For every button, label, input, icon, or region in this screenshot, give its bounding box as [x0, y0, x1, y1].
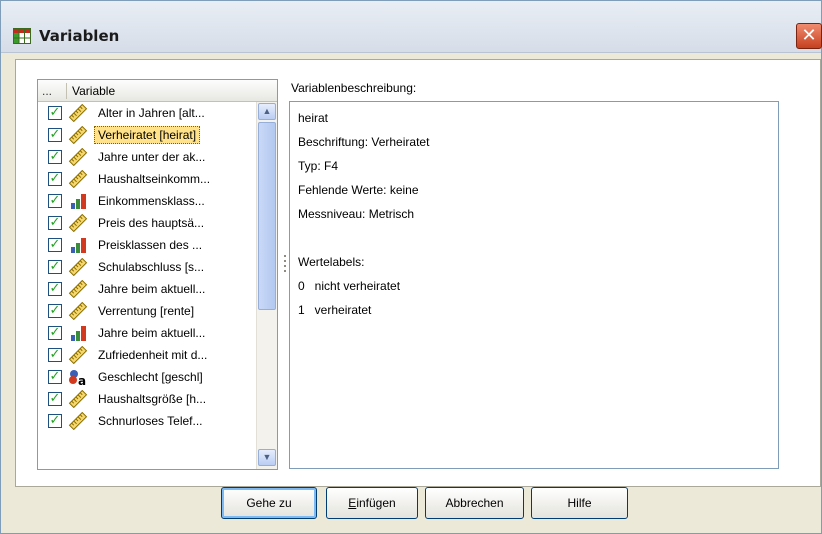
include-checkbox[interactable]: ✓	[48, 348, 62, 362]
variable-description-panel: heirat Beschriftung: Verheiratet Typ: F4…	[289, 101, 779, 469]
scroll-thumb[interactable]	[258, 122, 276, 310]
include-checkbox[interactable]: ✓	[48, 370, 62, 384]
variable-row-label: Alter in Jahren [alt...	[98, 106, 205, 120]
goto-button[interactable]: Gehe zu	[221, 487, 317, 519]
variable-row[interactable]: ✓ Preisklassen des ...	[38, 234, 256, 256]
scale-icon	[68, 125, 88, 145]
variable-row[interactable]: ✓ Schulabschluss [s...	[38, 256, 256, 278]
variable-row[interactable]: ✓ Alter in Jahren [alt...	[38, 102, 256, 124]
desc-missing-values: Fehlende Werte: keine	[298, 183, 419, 197]
include-checkbox[interactable]: ✓	[48, 150, 62, 164]
variable-row-label: Schnurloses Telef...	[98, 414, 203, 428]
include-checkbox[interactable]: ✓	[48, 326, 62, 340]
column-menu-dots[interactable]: ...	[42, 84, 64, 98]
scroll-up-button[interactable]: ▲	[258, 103, 276, 120]
scale-icon	[68, 147, 88, 167]
variable-row[interactable]: ✓ Jahre unter der ak...	[38, 146, 256, 168]
variable-row[interactable]: ✓ Haushaltseinkomm...	[38, 168, 256, 190]
variable-rows: ✓ Alter in Jahren [alt... ✓ Verheiratet [he…	[38, 102, 256, 432]
variable-row[interactable]: ✓ Verheiratet [heirat]	[38, 124, 256, 146]
scale-icon	[68, 257, 88, 277]
ordinal-icon	[68, 192, 88, 210]
desc-label: Beschriftung: Verheiratet	[298, 135, 430, 149]
variable-row-label: Jahre unter der ak...	[98, 150, 206, 164]
scale-icon	[68, 279, 88, 299]
desc-value-label-1: 1 verheiratet	[298, 303, 372, 317]
cancel-button[interactable]: Abbrechen	[425, 487, 524, 519]
variable-row-label: Geschlecht [geschl]	[98, 370, 203, 384]
variable-row-label: Haushaltsgröße [h...	[98, 392, 207, 406]
description-title: Variablenbeschreibung:	[291, 81, 417, 95]
desc-value-labels-title: Wertelabels:	[298, 255, 365, 269]
close-button[interactable]: ✕	[796, 23, 822, 49]
variable-row-label: Schulabschluss [s...	[98, 260, 205, 274]
scale-icon	[68, 103, 88, 123]
scale-icon	[68, 345, 88, 365]
variable-row[interactable]: ✓ Einkommensklass...	[38, 190, 256, 212]
variable-row-label: Preis des hauptsä...	[98, 216, 205, 230]
include-checkbox[interactable]: ✓	[48, 238, 62, 252]
variable-list-header: ... Variable	[38, 80, 277, 102]
help-button[interactable]: Hilfe	[531, 487, 628, 519]
variable-row-label: Preisklassen des ...	[98, 238, 203, 252]
insert-label: infügen	[356, 496, 396, 510]
include-checkbox[interactable]: ✓	[48, 216, 62, 230]
variable-row[interactable]: ✓ a Geschlecht [geschl]	[38, 366, 256, 388]
insert-button[interactable]: Einfügen	[326, 487, 418, 519]
svg-text:a: a	[78, 374, 86, 386]
include-checkbox[interactable]: ✓	[48, 194, 62, 208]
variable-row-label: Zufriedenheit mit d...	[98, 348, 208, 362]
desc-value-label-0: 0 nicht verheiratet	[298, 279, 401, 293]
column-header-variable[interactable]: Variable	[72, 84, 115, 98]
scale-icon	[68, 389, 88, 409]
desc-measure-level: Messniveau: Metrisch	[298, 207, 415, 221]
include-checkbox[interactable]: ✓	[48, 172, 62, 186]
window-title: Variablen	[39, 27, 120, 45]
data-grid-icon	[13, 28, 31, 44]
variable-list[interactable]: ... Variable ✓ Alter in Jahren [alt... ✓ Ve…	[37, 79, 278, 470]
variable-row-label: Verheiratet [heirat]	[94, 126, 201, 144]
column-divider	[66, 83, 67, 99]
variable-row[interactable]: ✓ Preis des hauptsä...	[38, 212, 256, 234]
variable-row-label: Jahre beim aktuell...	[98, 326, 206, 340]
include-checkbox[interactable]: ✓	[48, 304, 62, 318]
variable-row-label: Einkommensklass...	[98, 194, 205, 208]
title-bar: Variablen ✕	[1, 1, 822, 53]
variable-row[interactable]: ✓ Jahre beim aktuell...	[38, 322, 256, 344]
include-checkbox[interactable]: ✓	[48, 282, 62, 296]
variable-row[interactable]: ✓ Zufriedenheit mit d...	[38, 344, 256, 366]
scale-icon	[68, 411, 88, 431]
scale-icon	[68, 301, 88, 321]
variable-row-label: Verrentung [rente]	[98, 304, 195, 318]
include-checkbox[interactable]: ✓	[48, 128, 62, 142]
include-checkbox[interactable]: ✓	[48, 414, 62, 428]
include-checkbox[interactable]: ✓	[48, 260, 62, 274]
variable-row-label: Jahre beim aktuell...	[98, 282, 206, 296]
scroll-down-button[interactable]: ▼	[258, 449, 276, 466]
variable-row-label: Haushaltseinkomm...	[98, 172, 211, 186]
variable-row[interactable]: ✓ Jahre beim aktuell...	[38, 278, 256, 300]
ordinal-icon	[68, 236, 88, 254]
ordinal-icon	[68, 324, 88, 342]
variable-row[interactable]: ✓ Verrentung [rente]	[38, 300, 256, 322]
variable-row[interactable]: ✓ Schnurloses Telef...	[38, 410, 256, 432]
scale-icon	[68, 169, 88, 189]
vertical-scrollbar[interactable]: ▲ ▼	[256, 102, 277, 469]
variable-row[interactable]: ✓ Haushaltsgröße [h...	[38, 388, 256, 410]
include-checkbox[interactable]: ✓	[48, 106, 62, 120]
desc-variable-name: heirat	[298, 111, 329, 125]
nominal-string-icon: a	[68, 368, 88, 388]
desc-type: Typ: F4	[298, 159, 339, 173]
scale-icon	[68, 213, 88, 233]
panel-splitter[interactable]	[282, 79, 288, 470]
include-checkbox[interactable]: ✓	[48, 392, 62, 406]
